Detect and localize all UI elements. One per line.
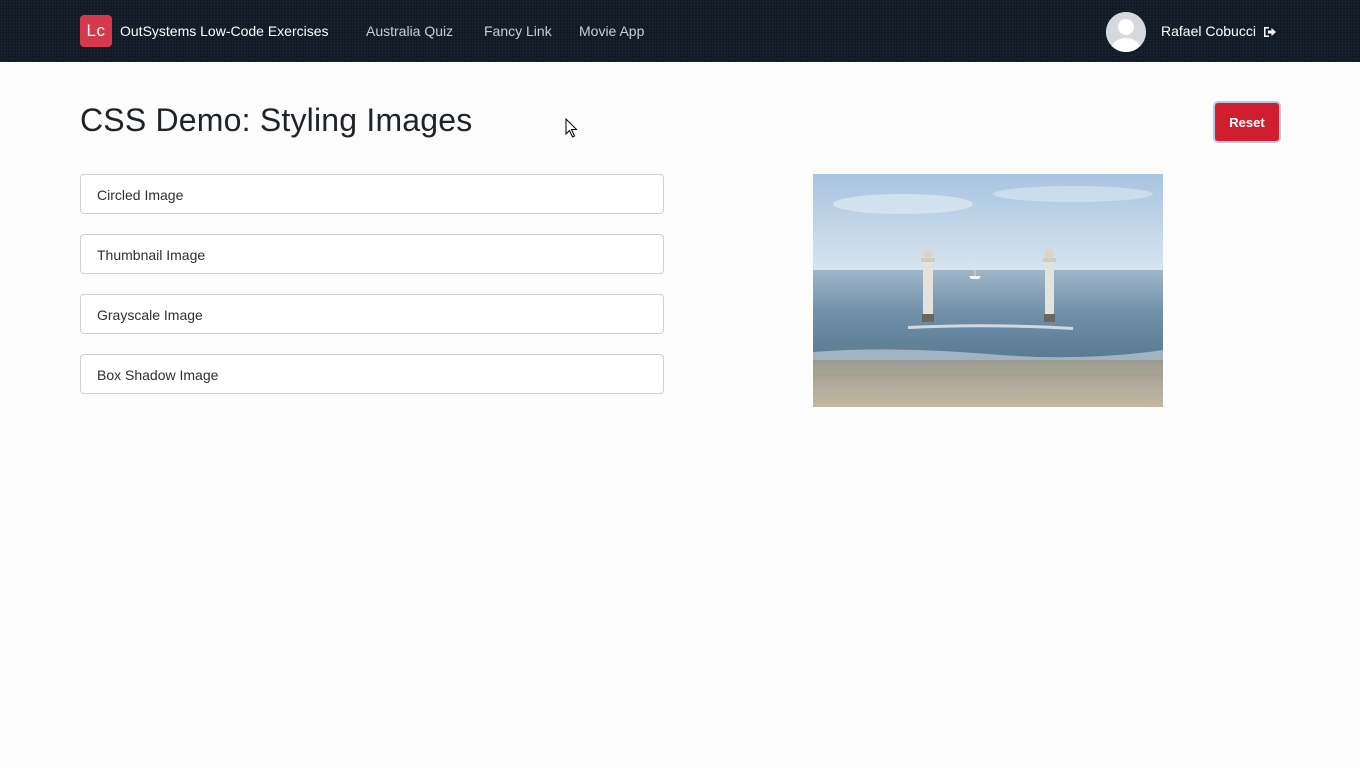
- mouse-cursor-icon: [565, 118, 578, 138]
- grayscale-image-button[interactable]: Grayscale Image: [80, 294, 664, 334]
- sign-out-icon[interactable]: [1263, 25, 1277, 39]
- thumbnail-image-button[interactable]: Thumbnail Image: [80, 234, 664, 274]
- page-title: CSS Demo: Styling Images: [80, 102, 473, 138]
- top-navigation-bar: Lc OutSystems Low-Code Exercises Austral…: [0, 0, 1360, 62]
- app-title[interactable]: OutSystems Low-Code Exercises: [120, 23, 329, 39]
- nav-link-australia-quiz[interactable]: Australia Quiz: [366, 23, 453, 39]
- reset-button[interactable]: Reset: [1213, 101, 1281, 143]
- box-shadow-image-button[interactable]: Box Shadow Image: [80, 354, 664, 394]
- circled-image-button[interactable]: Circled Image: [80, 174, 664, 214]
- user-name[interactable]: Rafael Cobucci: [1161, 23, 1256, 39]
- demo-image: [813, 174, 1163, 407]
- nav-link-fancy-link[interactable]: Fancy Link: [484, 23, 552, 39]
- nav-link-movie-app[interactable]: Movie App: [579, 23, 644, 39]
- user-avatar-icon[interactable]: [1106, 12, 1146, 52]
- app-logo[interactable]: Lc: [80, 15, 112, 47]
